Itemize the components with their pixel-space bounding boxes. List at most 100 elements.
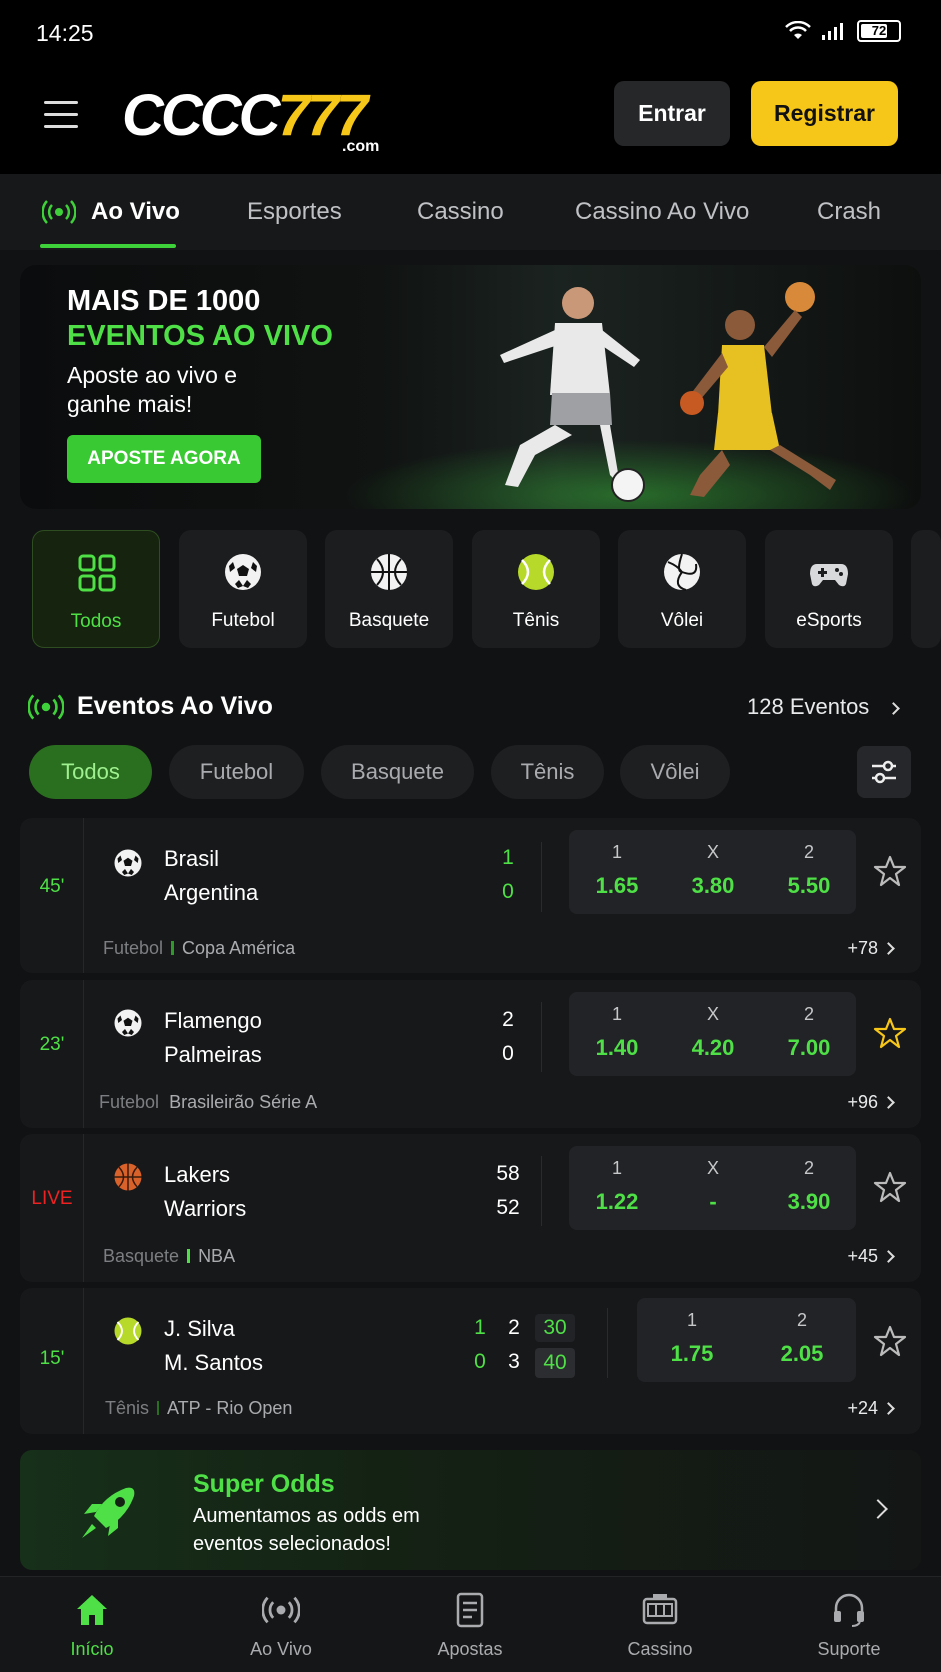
odd-draw[interactable]: X 4.20 (665, 1004, 761, 1061)
chevron-right-icon (882, 1096, 895, 1109)
match-meta: Futebol Copa América (103, 938, 295, 959)
banner-subtitle: Aposte ao vivo e ganhe mais! (67, 362, 238, 417)
bottom-nav-suporte[interactable]: Suporte (774, 1577, 924, 1672)
game-score: 2 (508, 1316, 520, 1339)
super-odds-banner[interactable]: Super Odds Aumentamos as odds em eventos… (20, 1450, 921, 1570)
sport-card-label: Todos (70, 611, 122, 632)
filter-chip-volei[interactable]: Vôlei (620, 745, 730, 799)
match-card[interactable]: LIVE Lakers Warriors 58 52 1 1.22 X- 2 3.9… (20, 1134, 921, 1282)
filter-chip-basquete[interactable]: Basquete (321, 745, 474, 799)
sport-card-esports[interactable]: eSports (765, 530, 893, 648)
match-card[interactable]: 15' J. Silva M. Santos 1 2 30 0 3 40 1 1.… (20, 1288, 921, 1434)
game-score: 3 (508, 1350, 520, 1373)
odd-draw[interactable]: X- (665, 1158, 761, 1215)
bottom-nav-apostas[interactable]: Apostas (395, 1577, 545, 1672)
filter-settings-button[interactable] (857, 746, 911, 798)
tab-cassino-ao-vivo[interactable]: Cassino Ao Vivo (575, 198, 749, 226)
sport-card-tenis[interactable]: Tênis (472, 530, 600, 648)
odd-away[interactable]: 2 5.50 (761, 842, 857, 899)
tab-crash[interactable]: Crash (817, 198, 881, 226)
live-events-count: 128 Eventos (747, 694, 870, 719)
match-competition: ATP - Rio Open (167, 1398, 293, 1418)
login-button[interactable]: Entrar (614, 81, 730, 146)
logo-main: CCCC (122, 83, 281, 148)
star-icon[interactable] (873, 1324, 907, 1358)
star-filled-icon[interactable] (873, 1016, 907, 1050)
bottom-nav-cassino[interactable]: Cassino (585, 1577, 735, 1672)
odd-home[interactable]: 1 1.75 (637, 1310, 747, 1367)
sport-card-next-peek[interactable] (911, 530, 941, 648)
sport-card-basquete[interactable]: Basquete (325, 530, 453, 648)
more-markets-link[interactable]: +78 (847, 938, 895, 959)
odd-draw[interactable]: X 3.80 (665, 842, 761, 899)
odd-away[interactable]: 2 3.90 (761, 1158, 857, 1215)
menu-icon[interactable] (44, 101, 78, 129)
more-markets-count: +78 (847, 938, 878, 958)
match-time: 15' (39, 1348, 65, 1369)
match-meta: Tênis ATP - Rio Open (105, 1398, 292, 1419)
match-card[interactable]: 45' Brasil Argentina 1 0 1 1.65 X 3.80 2 5.… (20, 818, 921, 973)
live-events-count-link[interactable]: 128 Eventos (747, 694, 901, 720)
match-time: 45' (39, 876, 65, 897)
odd-home[interactable]: 1 1.22 (569, 1158, 665, 1215)
match-sport: Basquete (103, 1246, 180, 1266)
more-markets-count: +96 (847, 1092, 878, 1112)
odd-home[interactable]: 1 1.40 (569, 1004, 665, 1061)
tennis-ball-icon (114, 1317, 142, 1345)
match-meta: Basquete NBA (103, 1246, 235, 1267)
tab-esportes[interactable]: Esportes (247, 198, 342, 226)
soccer-ball-icon (225, 554, 261, 590)
odd-home[interactable]: 1 1.65 (569, 842, 665, 899)
sport-card-futebol[interactable]: Futebol (179, 530, 307, 648)
match-competition: NBA (198, 1246, 236, 1266)
chevron-right-icon (882, 1402, 895, 1415)
live-events-title: Eventos Ao Vivo (77, 692, 273, 720)
odds-panel: 1 1.65 X 3.80 2 5.50 (569, 830, 856, 914)
filter-chip-todos[interactable]: Todos (29, 745, 152, 799)
more-markets-link[interactable]: +96 (847, 1092, 895, 1113)
app-header: CCCC777 .com Entrar Registrar (0, 68, 941, 174)
team-away: M. Santos (164, 1350, 264, 1375)
match-sport: Tênis (105, 1398, 150, 1418)
point-score: 30 (535, 1314, 575, 1342)
match-card[interactable]: 23' Flamengo Palmeiras 2 0 1 1.40 X 4.20 2… (20, 980, 921, 1128)
sliders-icon (872, 760, 896, 784)
odd-away[interactable]: 2 7.00 (761, 1004, 857, 1061)
sport-card-label: Futebol (211, 610, 275, 631)
live-broadcast-icon (42, 200, 76, 224)
bottom-nav-ao-vivo[interactable]: Ao Vivo (206, 1577, 356, 1672)
filter-chip-futebol[interactable]: Futebol (169, 745, 304, 799)
odds-panel: 1 1.22 X- 2 3.90 (569, 1146, 856, 1230)
basketball-icon (371, 554, 407, 590)
bet-now-button[interactable]: APOSTE AGORA (67, 435, 261, 483)
sport-card-label: Vôlei (660, 610, 704, 631)
match-time-live: LIVE (31, 1188, 73, 1209)
bottom-nav: Início Ao Vivo Apostas Cassino Suporte (0, 1576, 941, 1672)
promo-banner[interactable]: MAIS DE 1000 EVENTOS AO VIVO Aposte ao v… (20, 265, 921, 509)
super-odds-title: Super Odds (193, 1470, 335, 1498)
star-icon[interactable] (873, 854, 907, 888)
score-home: 1 (502, 846, 514, 869)
tab-cassino[interactable]: Cassino (417, 198, 504, 226)
sport-card-label: Basquete (348, 610, 430, 631)
team-away: Palmeiras (164, 1042, 262, 1067)
more-markets-link[interactable]: +45 (847, 1246, 895, 1267)
more-markets-link[interactable]: +24 (847, 1398, 895, 1419)
filter-chip-tenis[interactable]: Tênis (491, 745, 604, 799)
odd-away[interactable]: 2 2.05 (747, 1310, 857, 1367)
battery-level: 72 (871, 23, 887, 38)
tab-ao-vivo[interactable]: Ao Vivo (91, 198, 180, 226)
bottom-nav-label: Ao Vivo (250, 1639, 312, 1659)
match-sport: Futebol (103, 938, 164, 958)
score-away: 52 (496, 1196, 520, 1219)
live-events-icon (28, 694, 64, 720)
sport-card-todos[interactable]: Todos (32, 530, 160, 648)
status-bar: 14:25 72 (0, 0, 941, 68)
star-icon[interactable] (873, 1170, 907, 1204)
register-button[interactable]: Registrar (751, 81, 898, 146)
team-away: Argentina (164, 880, 259, 905)
sport-card-volei[interactable]: Vôlei (618, 530, 746, 648)
brand-logo[interactable]: CCCC777 .com (122, 82, 379, 155)
live-icon (262, 1596, 300, 1624)
bottom-nav-inicio[interactable]: Início (17, 1577, 167, 1672)
